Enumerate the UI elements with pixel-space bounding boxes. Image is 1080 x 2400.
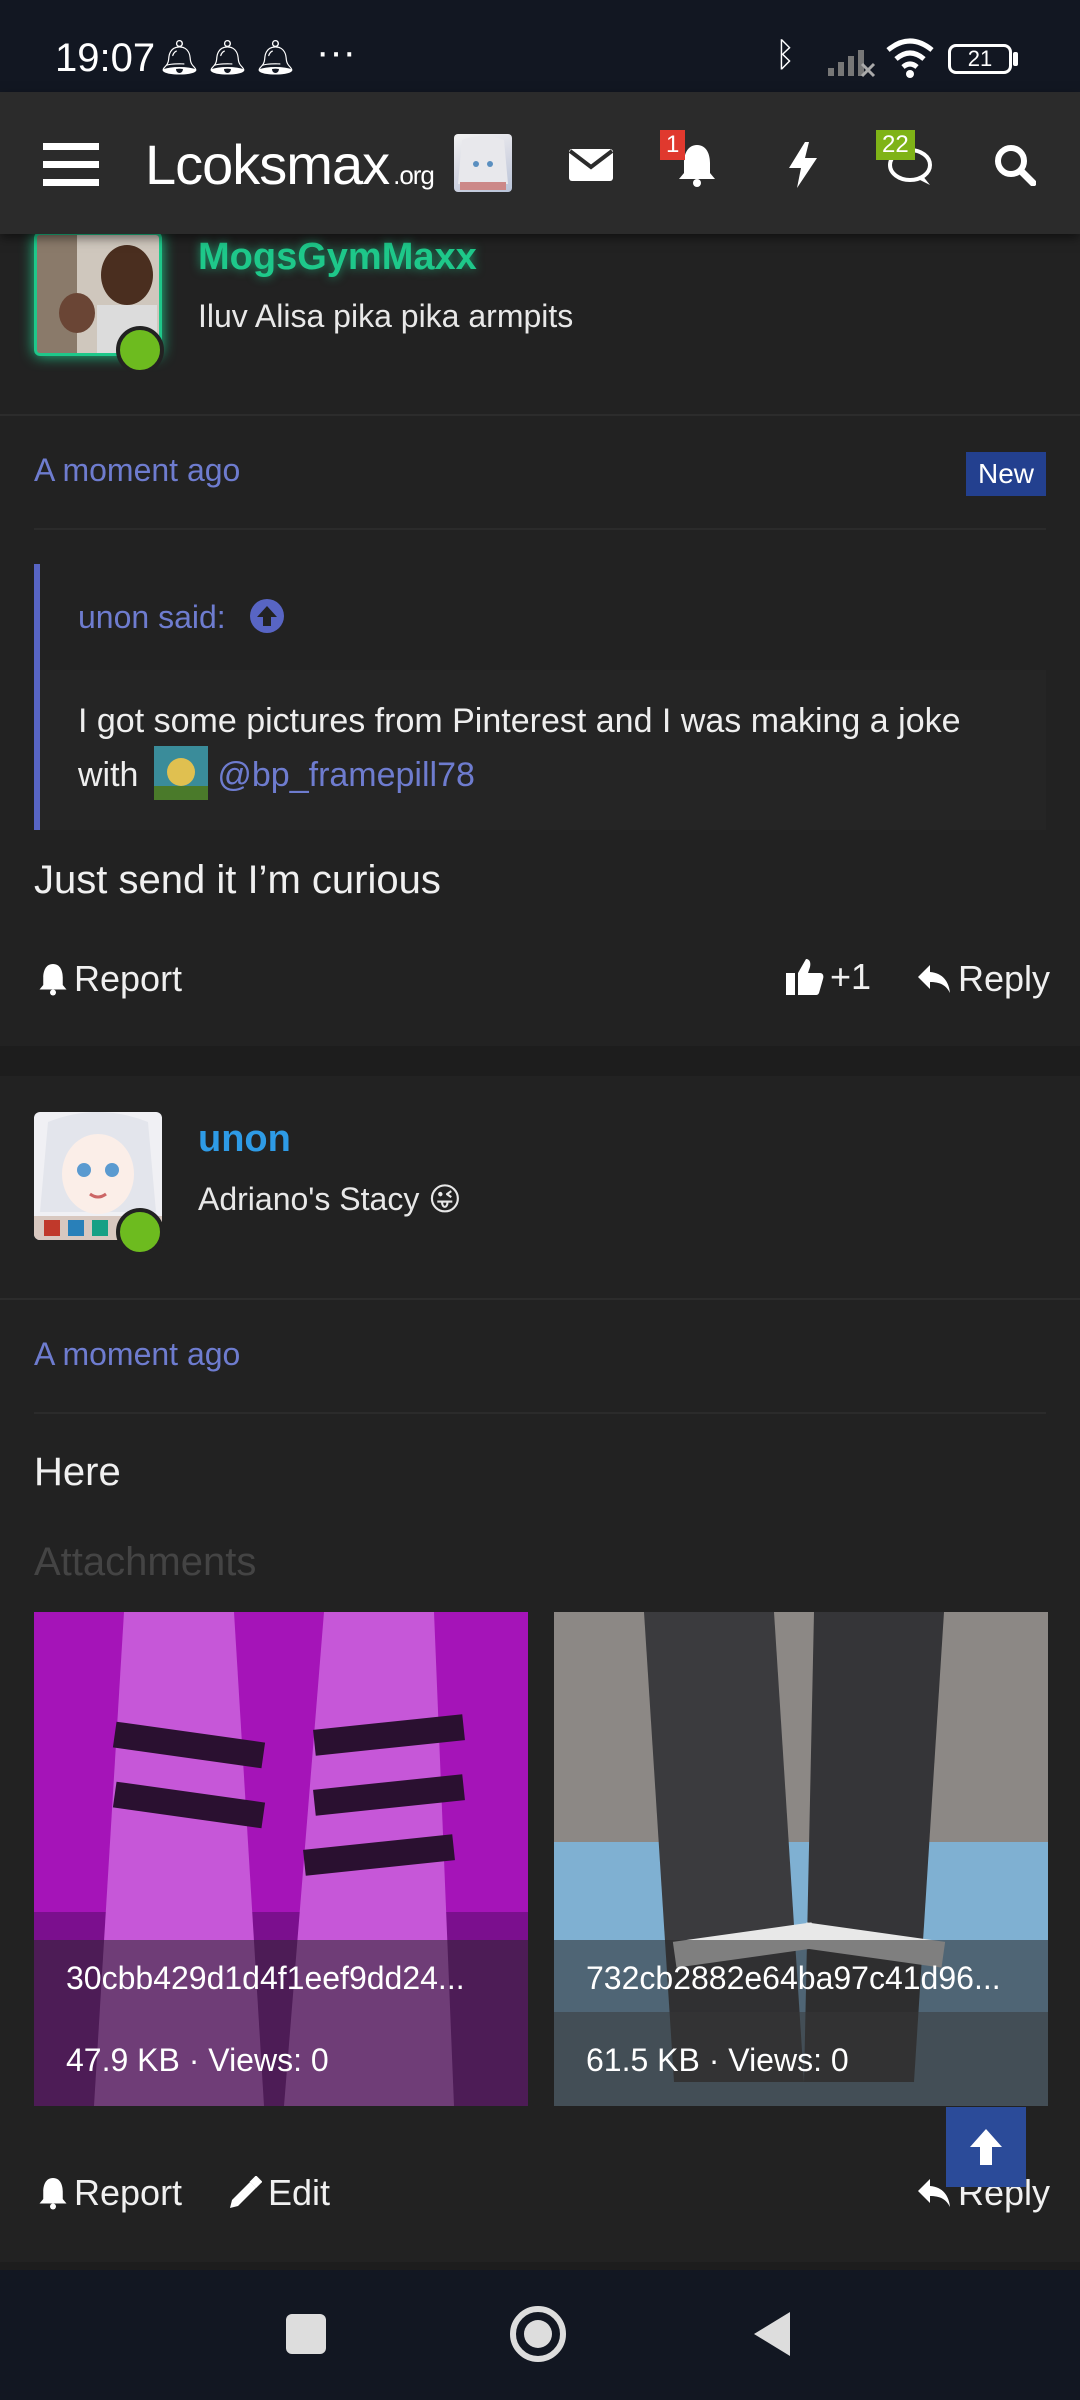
app-header: Lcoksmax .org 1 22 (0, 92, 1080, 234)
message-divider (0, 1298, 1080, 1300)
wifi-icon (886, 38, 934, 78)
avatar-anime-icon (458, 136, 508, 190)
divider (34, 1412, 1046, 1414)
attachment-filename: 30cbb429d1d4f1eef9dd24... (66, 1960, 465, 1996)
user-mention[interactable]: @bp_framepill78 (217, 756, 475, 794)
online-indicator (116, 1208, 164, 1256)
menu-button[interactable] (38, 132, 104, 198)
notification-bell-icon: 🔔︎ (206, 39, 250, 77)
quote-body: I got some pictures from Pinterest and I… (78, 702, 961, 794)
header-avatar[interactable] (454, 134, 512, 192)
edit-button[interactable]: Edit (228, 2172, 330, 2214)
attachments-heading: Attachments (34, 1540, 257, 1584)
report-button[interactable]: Report (38, 958, 182, 1000)
alerts-badge: 1 (660, 130, 686, 160)
like-count: +1 (830, 956, 872, 997)
attachment-meta: 47.9 KB · Views: 0 (66, 2042, 329, 2078)
attachment-thumbnail[interactable]: 732cb2882e64ba97c41d96... 61.5 KB · View… (554, 1612, 1048, 2106)
attachment-meta: 61.5 KB · Views: 0 (586, 2042, 849, 2078)
arrow-up-icon (970, 2129, 1002, 2165)
scroll-to-top-button[interactable] (946, 2107, 1026, 2187)
online-indicator (116, 326, 164, 374)
hamburger-icon (43, 143, 99, 186)
post-body: Here (34, 1450, 121, 1494)
reply-label: Reply (958, 958, 1051, 999)
battery-tip (1013, 52, 1018, 66)
envelope-icon (568, 149, 614, 181)
pencil-icon (230, 2176, 262, 2208)
logo-text: Lcoksmax (145, 133, 390, 196)
reply-arrow-icon (918, 965, 950, 993)
status-time: 19:07 (55, 36, 156, 80)
logo-suffix: .org (393, 160, 435, 190)
attachment-thumbnail[interactable]: 30cbb429d1d4f1eef9dd24... 47.9 KB · View… (34, 1612, 528, 2106)
recents-button[interactable] (286, 2314, 326, 2354)
username[interactable]: MogsGymMaxx (198, 236, 477, 279)
post-time[interactable]: A moment ago (34, 452, 240, 489)
inbox-button[interactable] (558, 132, 624, 198)
whats-new-button[interactable] (770, 132, 836, 198)
conversations-badge: 22 (876, 130, 915, 160)
post-separator (0, 1046, 1080, 1076)
reply-button[interactable]: Reply (916, 958, 1050, 1000)
home-button[interactable] (510, 2306, 566, 2362)
edit-label: Edit (268, 2172, 331, 2213)
user-title: Iluv Alisa pika pika armpits (198, 298, 574, 334)
system-nav-bar (0, 2270, 1080, 2400)
divider (34, 528, 1046, 530)
notification-bell-icon: 🔔︎ (158, 39, 202, 77)
username[interactable]: unon (198, 1118, 291, 1161)
bell-icon (39, 2178, 67, 2210)
quote-author-label: unon said: (78, 599, 226, 635)
battery-level: 21 (967, 46, 993, 71)
more-dots-icon: ··· (316, 30, 356, 74)
signal-icon (828, 50, 876, 78)
site-logo[interactable]: Lcoksmax .org (145, 132, 435, 197)
status-bar: 19:07 🔔︎ 🔔︎ 🔔︎ ··· ᛒ 21 (0, 0, 1080, 92)
post-time[interactable]: A moment ago (34, 1336, 240, 1373)
thumbs-up-icon (786, 959, 824, 995)
report-label: Report (74, 2172, 183, 2213)
quote-author[interactable]: unon said: (78, 598, 285, 636)
back-button[interactable] (752, 2310, 792, 2358)
arrow-up-circle-icon[interactable] (249, 598, 285, 634)
lightning-icon (789, 142, 817, 188)
post-body: Just send it I’m curious (34, 858, 441, 902)
battery-indicator: 21 (948, 44, 1012, 74)
report-button[interactable]: Report (38, 2172, 182, 2214)
search-button[interactable] (982, 132, 1048, 198)
post-separator (0, 2262, 1080, 2270)
report-label: Report (74, 958, 183, 999)
search-icon (995, 145, 1036, 186)
attachment-filename: 732cb2882e64ba97c41d96... (586, 1960, 1001, 1996)
like-button[interactable]: +1 (784, 956, 871, 998)
bell-icon (39, 964, 67, 996)
quote-block: unon said: I got some pictures from Pint… (34, 564, 1046, 830)
user-title: Adriano's Stacy 😜 (198, 1181, 462, 1217)
new-badge: New (966, 452, 1047, 496)
home-dot (524, 2320, 552, 2348)
notification-bell-icon: 🔔︎ (254, 39, 298, 77)
quote-text: I got some pictures from Pinterest and I… (78, 696, 1018, 800)
message-divider (0, 414, 1080, 416)
bluetooth-icon: ᛒ (775, 36, 796, 74)
mention-avatar-icon (153, 746, 208, 800)
